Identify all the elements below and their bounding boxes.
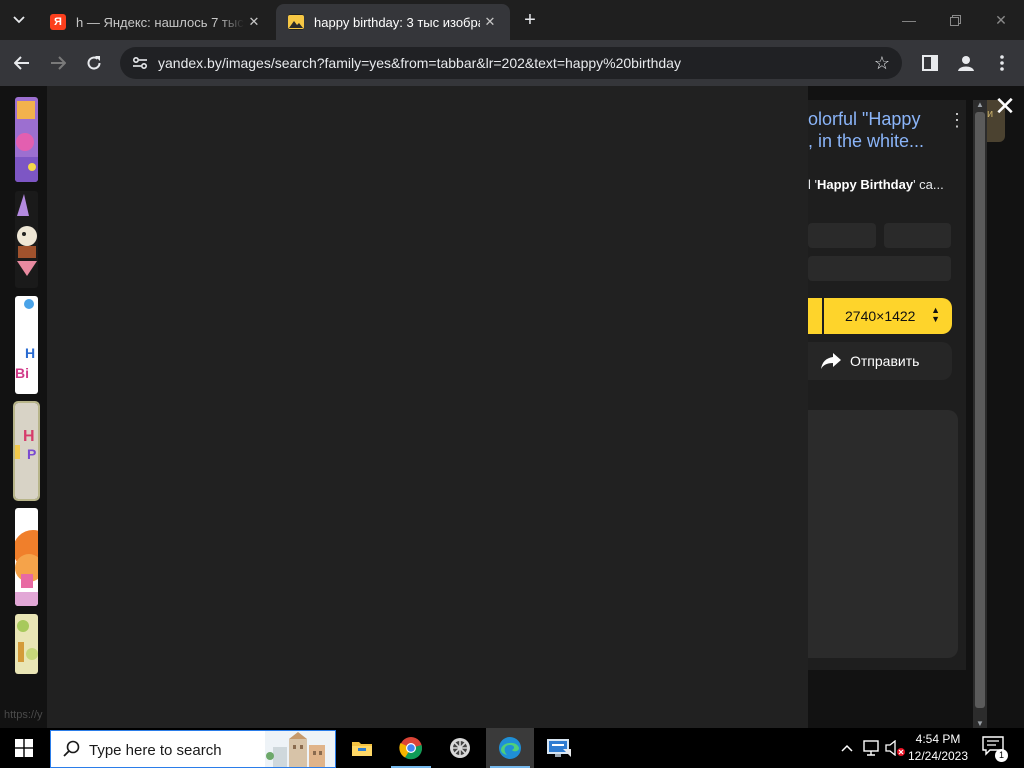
app-wheel-button[interactable]	[436, 728, 484, 768]
address-bar[interactable]: yandex.by/images/search?family=yes&from=…	[120, 47, 902, 79]
thumbnail-image[interactable]	[15, 614, 38, 674]
scrollbar-thumb[interactable]	[975, 112, 985, 708]
tag-chip[interactable]	[884, 223, 951, 248]
thumbnail-image[interactable]	[15, 97, 38, 182]
image-info-panel: olorful "Happy , in the white... ⋮ l 'Ha…	[808, 100, 966, 670]
share-arrow-icon	[821, 353, 841, 369]
svg-text:Bi: Bi	[15, 365, 29, 381]
forward-button[interactable]	[44, 49, 72, 77]
yandex-favicon-icon: Я	[50, 14, 66, 30]
windows-taskbar: Type here to search 4:54 PM 12/24/2023 1	[0, 728, 1024, 768]
edge-icon	[499, 737, 521, 759]
network-icon	[863, 740, 879, 756]
wheel-icon	[450, 738, 470, 758]
image-size-label: 2740×1422	[845, 308, 916, 324]
close-window-button[interactable]: ✕	[978, 0, 1024, 40]
tab-search-button[interactable]	[6, 7, 32, 33]
minimize-button[interactable]: —	[886, 0, 932, 40]
tab-title: happy birthday: 3 тыс изображений	[314, 14, 480, 30]
chevron-up-icon	[841, 744, 853, 752]
chevron-down-icon	[13, 16, 25, 24]
chrome-icon	[399, 737, 423, 760]
tag-chip[interactable]	[808, 223, 876, 248]
folder-icon	[352, 742, 372, 756]
taskbar-search-box[interactable]: Type here to search	[50, 730, 336, 768]
scroll-down-icon[interactable]: ▼	[975, 719, 985, 728]
close-viewer-button[interactable]: ✕	[992, 93, 1018, 119]
profile-icon	[958, 56, 974, 71]
url-text[interactable]: yandex.by/images/search?family=yes&from=…	[158, 55, 681, 71]
bookmark-star-icon[interactable]: ☆	[872, 53, 892, 73]
page-scrollbar[interactable]: ▲ ▼	[973, 100, 987, 728]
svg-text:H: H	[25, 345, 35, 361]
thumbnail-image[interactable]	[15, 508, 38, 606]
svg-text:H: H	[23, 428, 35, 445]
tab-yandex-search[interactable]: Я h — Яндекс: нашлось 7 тыс. результатов…	[38, 4, 274, 40]
image-size-select[interactable]: 2740×1422 ▲ ▼	[824, 298, 952, 334]
remote-desktop-icon	[547, 739, 571, 757]
reload-icon	[87, 56, 101, 70]
chrome-button[interactable]	[387, 728, 435, 768]
restore-button[interactable]	[932, 0, 978, 40]
new-tab-button[interactable]: +	[518, 8, 542, 32]
scroll-up-icon[interactable]: ▲	[975, 100, 985, 109]
edge-button[interactable]	[486, 728, 534, 768]
remote-desktop-button[interactable]	[535, 728, 583, 768]
tab-happy-birthday[interactable]: happy birthday: 3 тыс изображений ✕	[276, 4, 510, 40]
notification-count-badge: 1	[995, 749, 1008, 762]
share-label: Отправить	[850, 353, 920, 369]
search-highlight-illustration	[265, 731, 335, 767]
side-panel-icon	[922, 55, 938, 71]
arrow-left-icon	[14, 56, 29, 70]
more-options-icon[interactable]: ⋮	[948, 110, 966, 130]
thumbnail-image[interactable]	[15, 191, 38, 288]
sort-arrows-icon: ▲ ▼	[931, 305, 940, 324]
yandex-images-favicon-icon	[288, 14, 304, 30]
tab-close-icon[interactable]: ✕	[480, 12, 500, 32]
profile-button[interactable]	[952, 49, 980, 77]
site-settings-icon[interactable]	[128, 51, 152, 75]
svg-text:P: P	[27, 446, 36, 462]
image-title-link[interactable]: olorful "Happy , in the white...	[808, 108, 928, 152]
tab-title: h — Яндекс: нашлось 7 тыс. результатов	[76, 14, 244, 30]
thumbnail-image[interactable]: H Bi	[15, 296, 38, 394]
image-viewer[interactable]	[47, 86, 808, 728]
network-button[interactable]	[860, 728, 882, 768]
search-icon	[63, 740, 80, 757]
search-placeholder: Type here to search	[89, 742, 222, 759]
tag-chip[interactable]	[808, 256, 951, 281]
open-button[interactable]	[808, 298, 822, 334]
side-panel-button[interactable]	[916, 49, 944, 77]
volume-muted-icon	[885, 740, 905, 756]
volume-button[interactable]	[884, 728, 906, 768]
clock-time: 4:54 PM	[915, 732, 961, 746]
status-url: https://y	[4, 709, 43, 721]
show-hidden-icons-button[interactable]	[836, 728, 858, 768]
file-explorer-button[interactable]	[338, 728, 386, 768]
image-description: l 'Happy Birthday' ca...	[808, 177, 944, 192]
back-button[interactable]	[8, 49, 36, 77]
arrow-right-icon	[51, 56, 66, 70]
tab-strip: Я h — Яндекс: нашлось 7 тыс. результатов…	[0, 0, 1024, 40]
similar-images-box	[808, 410, 958, 658]
share-button[interactable]: Отправить	[808, 342, 952, 380]
windows-logo-icon	[15, 739, 33, 757]
clock-date: 12/24/2023	[907, 749, 969, 763]
action-center-button[interactable]: 1	[982, 736, 1008, 762]
more-vertical-icon	[1000, 55, 1004, 71]
browser-menu-button[interactable]	[988, 49, 1016, 77]
system-clock[interactable]: 4:54 PM 12/24/2023	[906, 731, 970, 765]
tab-close-icon[interactable]: ✕	[244, 12, 264, 32]
reload-button[interactable]	[80, 49, 108, 77]
start-button[interactable]	[0, 728, 48, 768]
restore-icon	[949, 14, 961, 26]
thumbnail-image-selected[interactable]: HP	[13, 401, 40, 501]
